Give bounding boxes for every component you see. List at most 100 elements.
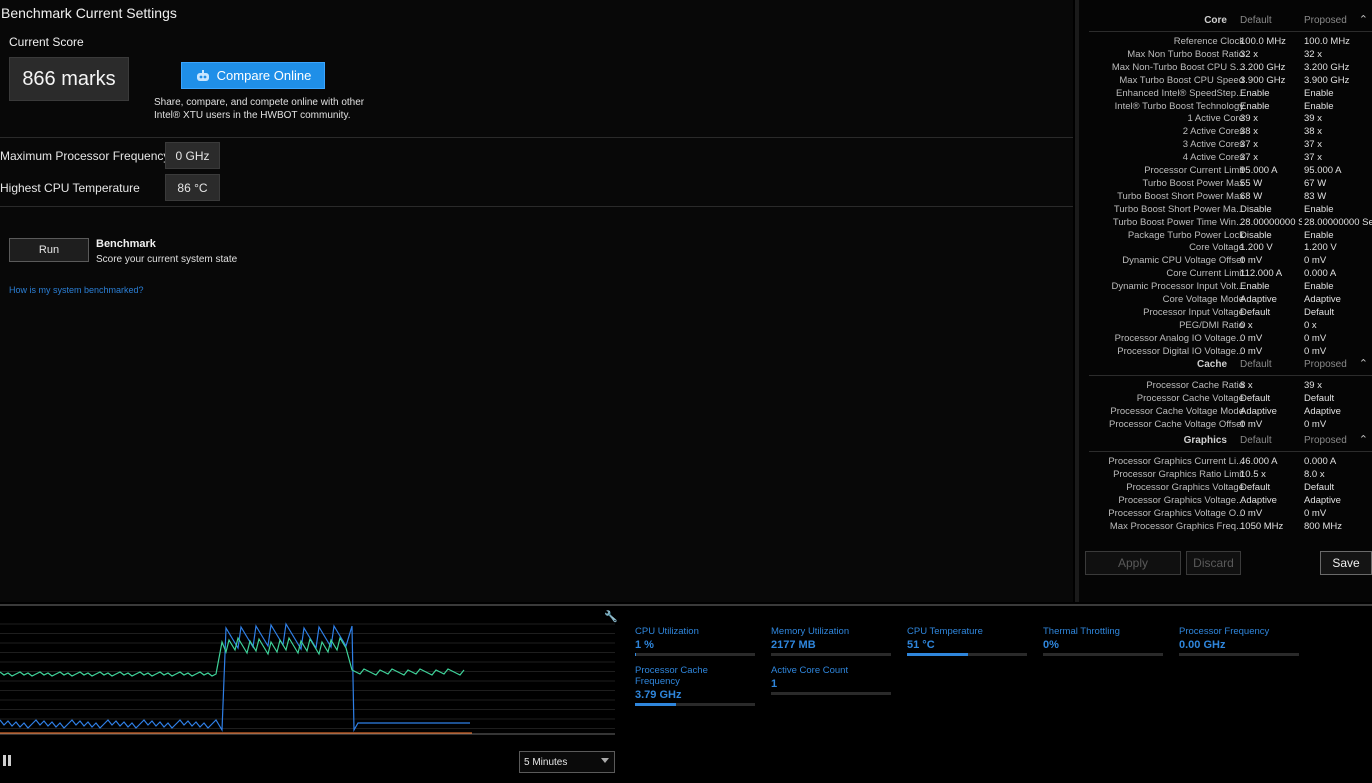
setting-row[interactable]: Turbo Boost Short Power Max 68 W 83 W [1089,191,1372,204]
score-value: 866 marks [9,57,129,101]
setting-proposed-value[interactable]: 0 mV [1304,255,1372,266]
setting-proposed-value[interactable]: Adaptive [1304,406,1372,417]
setting-proposed-value[interactable]: 8.0 x [1304,469,1372,480]
collapse-caret-icon[interactable]: ⌃ [1359,13,1368,26]
setting-proposed-value[interactable]: 0 mV [1304,419,1372,430]
monitor-stat[interactable]: CPU Temperature 51 °C [907,626,1027,656]
setting-row[interactable]: Turbo Boost Short Power Ma... Disable Enab… [1089,204,1372,217]
setting-label: Processor Cache Voltage [1136,392,1244,404]
run-button[interactable]: Run [9,238,89,262]
setting-proposed-value[interactable]: 67 W [1304,178,1372,189]
setting-row[interactable]: Core Voltage 1.200 V 1.200 V [1089,242,1372,255]
setting-proposed-value[interactable]: 3.200 GHz [1304,62,1372,73]
setting-row[interactable]: 1 Active Core 39 x 39 x [1089,113,1372,126]
pause-icon[interactable] [3,755,13,767]
setting-row[interactable]: Processor Graphics Voltage O... 0 mV 0 mV [1089,508,1372,521]
collapse-caret-icon[interactable]: ⌃ [1359,433,1368,446]
setting-row[interactable]: Turbo Boost Power Time Win... 28.00000000… [1089,217,1372,230]
setting-proposed-value[interactable]: 39 x [1304,113,1372,124]
setting-proposed-value[interactable]: Enable [1304,281,1372,292]
setting-row[interactable]: Processor Graphics Voltage Default Default [1089,482,1372,495]
setting-proposed-value[interactable]: 28.00000000 Se [1304,217,1372,228]
setting-proposed-value[interactable]: Enable [1304,101,1372,112]
setting-proposed-value[interactable]: 32 x [1304,49,1372,60]
setting-row[interactable]: Processor Graphics Current Li... 46.000 A… [1089,456,1372,469]
setting-proposed-value[interactable]: Enable [1304,204,1372,215]
group-header-graphics[interactable]: Graphics Default Proposed ⌃ [1089,433,1372,451]
setting-proposed-value[interactable]: 95.000 A [1304,165,1372,176]
setting-row[interactable]: Intel® Turbo Boost Technology Enable Enabl… [1089,101,1372,114]
setting-row[interactable]: Max Turbo Boost CPU Speed 3.900 GHz 3.900 … [1089,75,1372,88]
setting-proposed-value[interactable]: 0 mV [1304,508,1372,519]
setting-proposed-value[interactable]: 39 x [1304,380,1372,391]
setting-row[interactable]: Processor Current Limit 95.000 A 95.000 A [1089,165,1372,178]
setting-row[interactable]: Enhanced Intel® SpeedStep... Enable Enable [1089,88,1372,101]
setting-row[interactable]: Processor Cache Voltage Offset 0 mV 0 mV [1089,419,1372,432]
monitor-stat[interactable]: Processor Cache Frequency 3.79 GHz [635,665,755,706]
setting-proposed-value[interactable]: 83 W [1304,191,1372,202]
setting-row[interactable]: Processor Graphics Ratio Limit 10.5 x 8.0 … [1089,469,1372,482]
proposed-column-header: Proposed [1304,435,1347,446]
setting-proposed-value[interactable]: 37 x [1304,152,1372,163]
setting-proposed-value[interactable]: 0 mV [1304,346,1372,357]
setting-label: 4 Active Cores [1182,152,1244,164]
setting-row[interactable]: Processor Cache Voltage Default Default [1089,393,1372,406]
setting-row[interactable]: Max Non Turbo Boost Ratio 32 x 32 x [1089,49,1372,62]
setting-proposed-value[interactable]: Default [1304,307,1372,318]
setting-row[interactable]: PEG/DMI Ratio 0 x0 x [1089,320,1372,333]
setting-row[interactable]: Processor Graphics Voltage... Adaptive Ada… [1089,495,1372,508]
setting-row[interactable]: Max Processor Graphics Freq... 1050 MHz 80… [1089,521,1372,534]
setting-row[interactable]: Processor Cache Ratio 8 x 39 x [1089,380,1372,393]
setting-proposed-value[interactable]: 37 x [1304,139,1372,150]
group-header-core[interactable]: Core Default Proposed ⌃ [1089,13,1372,31]
setting-row[interactable]: Reference Clock 100.0 MHz 100.0 MHz [1089,36,1372,49]
setting-proposed-value[interactable]: Default [1304,482,1372,493]
collapse-caret-icon[interactable]: ⌃ [1359,357,1368,370]
setting-row[interactable]: Max Non-Turbo Boost CPU S... 3.200 GHz 3.2… [1089,62,1372,75]
setting-proposed-value[interactable]: Adaptive [1304,294,1372,305]
group-header-cache[interactable]: Cache Default Proposed ⌃ [1089,357,1372,375]
apply-button[interactable]: Apply [1085,551,1181,575]
discard-button[interactable]: Discard [1186,551,1241,575]
setting-row[interactable]: Core Current Limit 112.000 A 0.000 A [1089,268,1372,281]
setting-proposed-value[interactable]: 38 x [1304,126,1372,137]
setting-row[interactable]: 2 Active Cores 38 x 38 x [1089,126,1372,139]
setting-proposed-value[interactable]: 800 MHz [1304,521,1372,532]
setting-proposed-value[interactable]: 0 mV [1304,333,1372,344]
setting-row[interactable]: Processor Cache Voltage Mode Adaptive Adap… [1089,406,1372,419]
monitor-stat[interactable]: Active Core Count 1 [771,665,891,695]
compare-online-button[interactable]: Compare Online [181,62,325,89]
setting-row[interactable]: Package Turbo Power Lock Disable Enable [1089,230,1372,243]
setting-proposed-value[interactable]: 0 x [1304,320,1372,331]
benchmark-help-link[interactable]: How is my system benchmarked? [9,285,144,295]
time-range-select[interactable]: 5 Minutes [519,751,615,773]
setting-proposed-value[interactable]: 100.0 MHz [1304,36,1372,47]
setting-row[interactable]: Turbo Boost Power Max 55 W 67 W [1089,178,1372,191]
stat-title: CPU Temperature [907,626,983,637]
monitor-stat[interactable]: Processor Frequency 0.00 GHz [1179,626,1299,656]
group-name: Cache [1196,359,1227,370]
setting-row[interactable]: Dynamic CPU Voltage Offset 0 mV 0 mV [1089,255,1372,268]
monitor-stat[interactable]: Memory Utilization 2177 MB [771,626,891,656]
setting-proposed-value[interactable]: 0.000 A [1304,268,1372,279]
setting-proposed-value[interactable]: 1.200 V [1304,242,1372,253]
monitor-stat[interactable]: Thermal Throttling 0% [1043,626,1163,656]
setting-row[interactable]: Processor Digital IO Voltage... 0 mV 0 mV [1089,346,1372,359]
setting-proposed-value[interactable]: 3.900 GHz [1304,75,1372,86]
setting-row[interactable]: Core Voltage Mode Adaptive Adaptive [1089,294,1372,307]
setting-row[interactable]: 4 Active Cores 37 x 37 x [1089,152,1372,165]
setting-proposed-value[interactable]: Default [1304,393,1372,404]
setting-row[interactable]: Processor Analog IO Voltage... 0 mV 0 mV [1089,333,1372,346]
monitor-stat[interactable]: CPU Utilization 1 % [635,626,755,656]
setting-proposed-value[interactable]: 0.000 A [1304,456,1372,467]
setting-row[interactable]: Processor Input Voltage Default Default [1089,307,1372,320]
save-button[interactable]: Save [1320,551,1372,575]
setting-default-value: 3.900 GHz [1240,74,1286,86]
panel-splitter[interactable] [1075,0,1079,602]
setting-proposed-value[interactable]: Adaptive [1304,495,1372,506]
setting-row[interactable]: 3 Active Cores 37 x 37 x [1089,139,1372,152]
setting-proposed-value[interactable]: Enable [1304,230,1372,241]
setting-row[interactable]: Dynamic Processor Input Volt... Enable Ena… [1089,281,1372,294]
setting-label: Processor Graphics Ratio Limit [1113,468,1244,480]
setting-proposed-value[interactable]: Enable [1304,88,1372,99]
